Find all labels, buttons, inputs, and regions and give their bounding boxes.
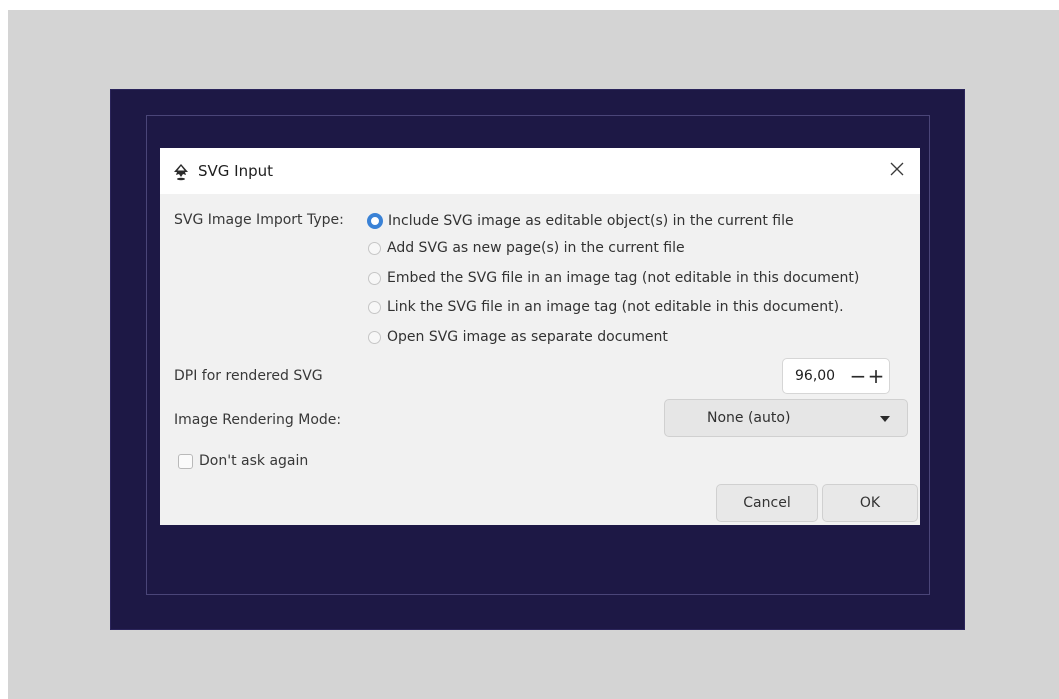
close-button[interactable]: [882, 158, 912, 184]
dont-ask-again-checkbox[interactable]: [178, 453, 193, 469]
dpi-label: DPI for rendered SVG: [174, 368, 323, 384]
svg-input-dialog: SVG Input SVG Image Import Type: Include…: [160, 148, 920, 525]
radio-link-image-tag[interactable]: Link the SVG file in an image tag (not e…: [368, 296, 844, 318]
radio-embed-image-tag[interactable]: Embed the SVG file in an image tag (not …: [368, 267, 859, 289]
rendering-mode-label: Image Rendering Mode:: [174, 412, 342, 428]
dialog-titlebar: SVG Input: [160, 148, 920, 194]
rendering-mode-dropdown[interactable]: None (auto): [664, 399, 908, 437]
radio-label: Add SVG as new page(s) in the current fi…: [387, 240, 685, 256]
radio-add-new-pages[interactable]: Add SVG as new page(s) in the current fi…: [368, 237, 685, 259]
radio-include-editable[interactable]: Include SVG image as editable object(s) …: [367, 210, 794, 232]
radio-button[interactable]: [368, 330, 381, 344]
cancel-button[interactable]: Cancel: [716, 484, 818, 522]
radio-button[interactable]: [368, 241, 381, 255]
radio-button-checked[interactable]: [367, 213, 383, 229]
radio-label: Include SVG image as editable object(s) …: [388, 213, 794, 229]
dpi-spinbutton[interactable]: 96,00 − +: [782, 358, 890, 394]
radio-label: Open SVG image as separate document: [387, 329, 668, 345]
decrement-button[interactable]: −: [849, 363, 867, 389]
dont-ask-again-label: Don't ask again: [199, 453, 309, 469]
radio-button[interactable]: [368, 271, 381, 285]
dont-ask-again-option[interactable]: Don't ask again: [178, 450, 308, 472]
import-type-label: SVG Image Import Type:: [174, 212, 344, 228]
close-icon: [890, 162, 904, 180]
dropdown-arrow-icon: [880, 416, 890, 422]
radio-open-separate[interactable]: Open SVG image as separate document: [368, 326, 668, 348]
increment-button[interactable]: +: [867, 363, 885, 389]
dropdown-value: None (auto): [707, 410, 791, 426]
radio-label: Embed the SVG file in an image tag (not …: [387, 270, 860, 286]
dialog-title: SVG Input: [198, 162, 274, 180]
radio-button[interactable]: [368, 300, 381, 314]
ok-button[interactable]: OK: [822, 484, 918, 522]
inkscape-icon: [172, 163, 190, 181]
dpi-input[interactable]: 96,00: [795, 368, 835, 384]
radio-label: Link the SVG file in an image tag (not e…: [387, 299, 844, 315]
